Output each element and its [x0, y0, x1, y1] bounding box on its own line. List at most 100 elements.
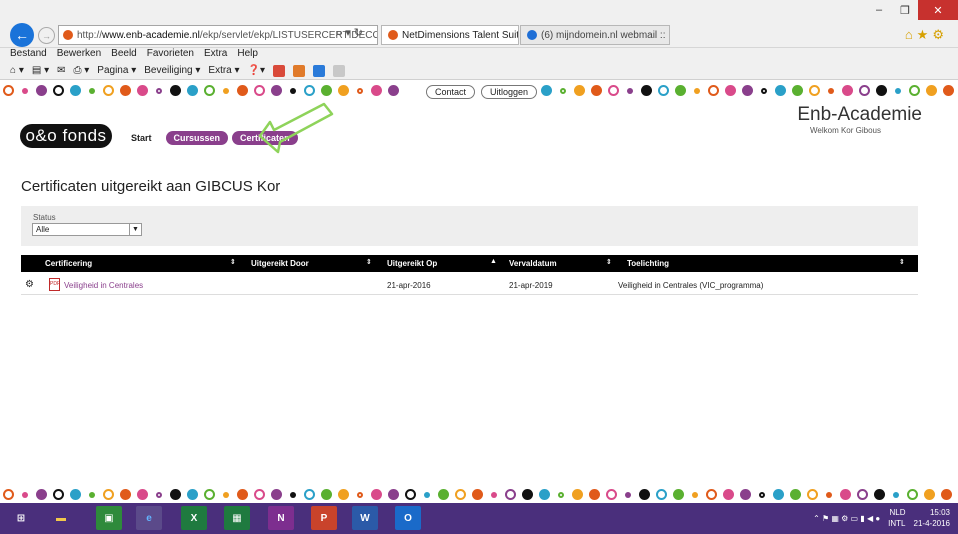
chevron-down-icon: ▼ — [129, 224, 141, 235]
decorative-dot — [137, 85, 148, 96]
decorative-dot — [857, 489, 868, 500]
table-header: Certificering ⇕ Uitgereikt Door ⇕ Uitger… — [21, 255, 918, 272]
decorative-dot — [53, 489, 64, 500]
menu-file[interactable]: Bestand — [10, 48, 47, 62]
tray-language[interactable]: NLD INTL — [888, 507, 905, 529]
file-explorer-icon[interactable]: ▬ — [48, 506, 74, 530]
decorative-dot — [828, 87, 834, 94]
certificate-link[interactable]: Veiligheid in Centrales — [64, 281, 143, 290]
green-annotation-arrow-icon — [258, 102, 334, 154]
col-note[interactable]: Toelichting — [627, 259, 669, 268]
addon-icons[interactable] — [273, 64, 353, 77]
decorative-dot — [388, 85, 399, 96]
menu-tools[interactable]: Extra — [204, 48, 227, 62]
onenote-icon[interactable]: N — [268, 506, 294, 530]
decorative-dot — [694, 87, 700, 94]
status-select[interactable]: Alle ▼ — [32, 223, 142, 236]
oo-fonds-logo[interactable]: o&o fonds — [20, 124, 112, 148]
decorative-dot — [137, 489, 148, 500]
decorative-dot — [926, 85, 937, 96]
col-expires[interactable]: Vervaldatum — [509, 259, 557, 268]
logout-link[interactable]: Uitloggen — [481, 85, 538, 99]
sort-icon[interactable]: ⇕ — [230, 258, 236, 266]
decorative-dot — [3, 85, 14, 96]
print-icon[interactable]: ⎙ ▾ — [73, 65, 89, 76]
feeds-icon[interactable]: ▤ ▾ — [32, 65, 49, 76]
maximize-icon[interactable]: ❐ — [892, 0, 918, 20]
decorative-dot — [70, 489, 81, 500]
contact-link[interactable]: Contact — [426, 85, 476, 99]
powerpoint-icon[interactable]: P — [311, 506, 337, 530]
back-arrow-icon[interactable]: ← — [10, 23, 34, 47]
system-tray: ⌃ ⚑ ▦ ⚙ ▭ ▮ ◀ ● NLD INTL 15:03 21-4-2016 — [813, 507, 950, 529]
decorative-dot — [170, 85, 181, 96]
nav-start[interactable]: Start — [131, 133, 152, 143]
decorative-dot — [775, 85, 786, 96]
internet-explorer-icon[interactable]: e — [136, 506, 162, 530]
decorative-dot — [237, 489, 248, 500]
cmd-security[interactable]: Beveiliging ▾ — [144, 65, 200, 76]
decorative-dot — [809, 85, 820, 96]
decorative-dot — [608, 85, 619, 96]
tab-netdimensions[interactable]: NetDimensions Talent Suite ✕ — [381, 25, 519, 45]
decorative-dot — [941, 489, 952, 500]
sort-icon[interactable]: ⇕ — [899, 258, 905, 266]
decorative-dot — [574, 85, 585, 96]
decorative-dot — [675, 85, 686, 96]
decorative-dot — [692, 491, 698, 498]
col-certificate[interactable]: Certificering — [45, 259, 92, 268]
nav-courses[interactable]: Cursussen — [165, 131, 229, 145]
close-icon[interactable]: ✕ — [918, 0, 958, 20]
col-issued-on[interactable]: Uitgereikt Op — [387, 259, 437, 268]
pdf-icon[interactable]: PDF — [49, 278, 60, 291]
sort-icon[interactable]: ⇕ — [366, 258, 372, 266]
address-bar[interactable]: http://www.enb-academie.nl/ekp/servlet/e… — [58, 25, 378, 45]
decorative-dot — [606, 489, 617, 500]
gear-icon[interactable]: ⚙ — [25, 279, 34, 290]
tray-icons[interactable]: ⌃ ⚑ ▦ ⚙ ▭ ▮ ◀ ● — [813, 514, 880, 523]
tab-label: (6) mijndomein.nl webmail :: P... — [541, 29, 670, 41]
home-icon[interactable]: ⌂ ▾ — [10, 65, 24, 76]
search-refresh-icons[interactable]: ⌕ ▾ ↻ — [336, 26, 363, 40]
sort-asc-icon[interactable]: ▲ — [490, 258, 497, 265]
sort-icon[interactable]: ⇕ — [606, 258, 612, 266]
outlook-icon[interactable]: O — [395, 506, 421, 530]
table-row: ⚙ PDF Veiligheid in Centrales 21-apr-201… — [21, 275, 918, 295]
decorative-dot — [338, 85, 349, 96]
word-icon[interactable]: W — [352, 506, 378, 530]
decorative-dot — [658, 85, 669, 96]
page-title: Certificaten uitgereikt aan GIBCUS Kor — [21, 178, 281, 195]
forward-arrow-icon[interactable]: → — [38, 27, 55, 44]
home-star-gear-icons[interactable]: ⌂★⚙ — [905, 27, 948, 43]
decorative-dot — [53, 85, 64, 96]
decorative-dot — [759, 491, 765, 498]
menu-favorites[interactable]: Favorieten — [147, 48, 194, 62]
decorative-dot — [22, 491, 28, 498]
decorative-dot — [742, 85, 753, 96]
store-icon[interactable]: ▣ — [96, 506, 122, 530]
decorative-dot — [357, 87, 363, 94]
decorative-dot — [541, 85, 552, 96]
tray-clock[interactable]: 15:03 21-4-2016 — [914, 507, 950, 529]
cmd-page[interactable]: Pagina ▾ — [97, 65, 136, 76]
col-issued-by[interactable]: Uitgereikt Door — [251, 259, 309, 268]
mail-icon[interactable]: ✉ — [57, 65, 65, 76]
decorative-dot — [522, 489, 533, 500]
decorative-dot — [706, 489, 717, 500]
menu-help[interactable]: Help — [237, 48, 258, 62]
status-label: Status — [33, 213, 56, 222]
calculator-icon[interactable]: ▦ — [224, 506, 250, 530]
decorative-dot — [907, 489, 918, 500]
help-icon[interactable]: ❓▾ — [248, 65, 265, 76]
decorative-dot — [405, 489, 416, 500]
cmd-tools[interactable]: Extra ▾ — [208, 65, 239, 76]
tab-webmail[interactable]: (6) mijndomein.nl webmail :: P... — [520, 25, 670, 45]
decorative-dot — [893, 491, 899, 498]
excel-icon[interactable]: X — [181, 506, 207, 530]
menu-view[interactable]: Beeld — [111, 48, 137, 62]
decorative-dot — [187, 489, 198, 500]
decorative-dot — [70, 85, 81, 96]
minimize-icon[interactable]: – — [866, 0, 892, 20]
menu-edit[interactable]: Bewerken — [57, 48, 101, 62]
windows-start-icon[interactable]: ⊞ — [8, 506, 34, 530]
